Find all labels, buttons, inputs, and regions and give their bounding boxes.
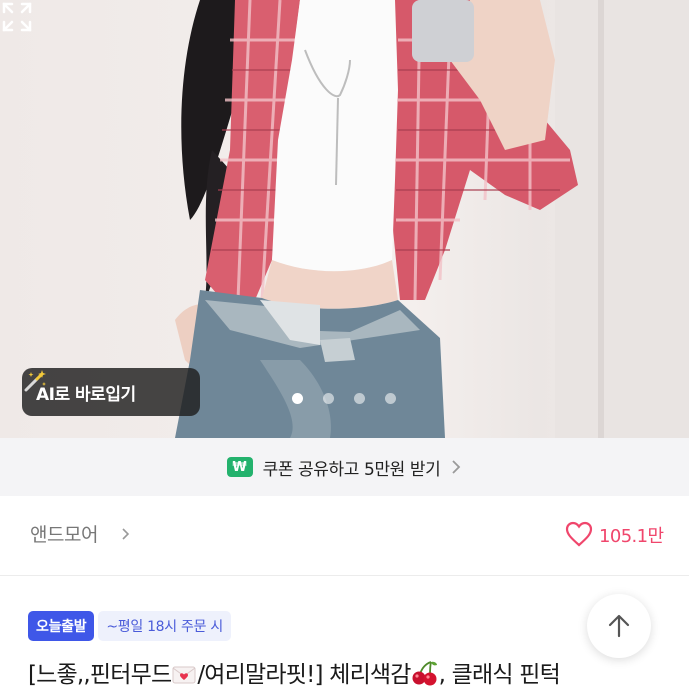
love-letter-icon <box>172 666 196 684</box>
today-shipping-badge: 오늘출발 <box>28 611 95 641</box>
ai-try-on-label: AI로 바로입기 <box>36 384 136 405</box>
coupon-share-banner[interactable]: ₩ 쿠폰 공유하고 5만원 받기 <box>0 438 689 496</box>
cherry-icon <box>412 661 437 686</box>
chevron-right-icon <box>122 528 130 540</box>
won-badge-icon: ₩ <box>226 457 253 477</box>
carousel-dot[interactable] <box>354 393 365 404</box>
product-title: [느좋,,핀터무드 /여리말라핏!] 체리색감 , 클래식 핀턱 <box>28 655 668 689</box>
carousel-dot[interactable] <box>323 393 334 404</box>
shop-name-link[interactable]: 앤드모어 <box>30 520 98 547</box>
expand-icon[interactable] <box>0 0 34 34</box>
heart-icon[interactable] <box>565 521 593 547</box>
arrow-up-icon <box>608 614 630 638</box>
scroll-to-top-button[interactable] <box>587 594 651 658</box>
shipping-cutoff-badge: ~평일 18시 주문 시 <box>98 611 231 641</box>
carousel-dot[interactable] <box>292 393 303 404</box>
shop-row: 앤드모어 105.1만 <box>0 496 689 576</box>
coupon-text: 쿠폰 공유하고 5만원 받기 <box>262 459 441 480</box>
chevron-right-icon <box>452 460 461 474</box>
product-title-part: [느좋,,핀터무드 <box>28 662 172 688</box>
like-count: 105.1만 <box>599 526 664 547</box>
carousel-indicator <box>292 393 396 404</box>
product-image[interactable]: AI로 바로입기 <box>0 0 689 438</box>
delivery-badges: 오늘출발 ~평일 18시 주문 시 <box>28 611 231 641</box>
magic-wand-icon <box>24 370 46 392</box>
ai-try-on-button[interactable]: AI로 바로입기 <box>22 368 200 416</box>
product-title-part: , 클래식 핀턱 <box>438 662 561 688</box>
carousel-dot[interactable] <box>385 393 396 404</box>
product-title-part: /여리말라핏!] 체리색감 <box>197 662 411 688</box>
